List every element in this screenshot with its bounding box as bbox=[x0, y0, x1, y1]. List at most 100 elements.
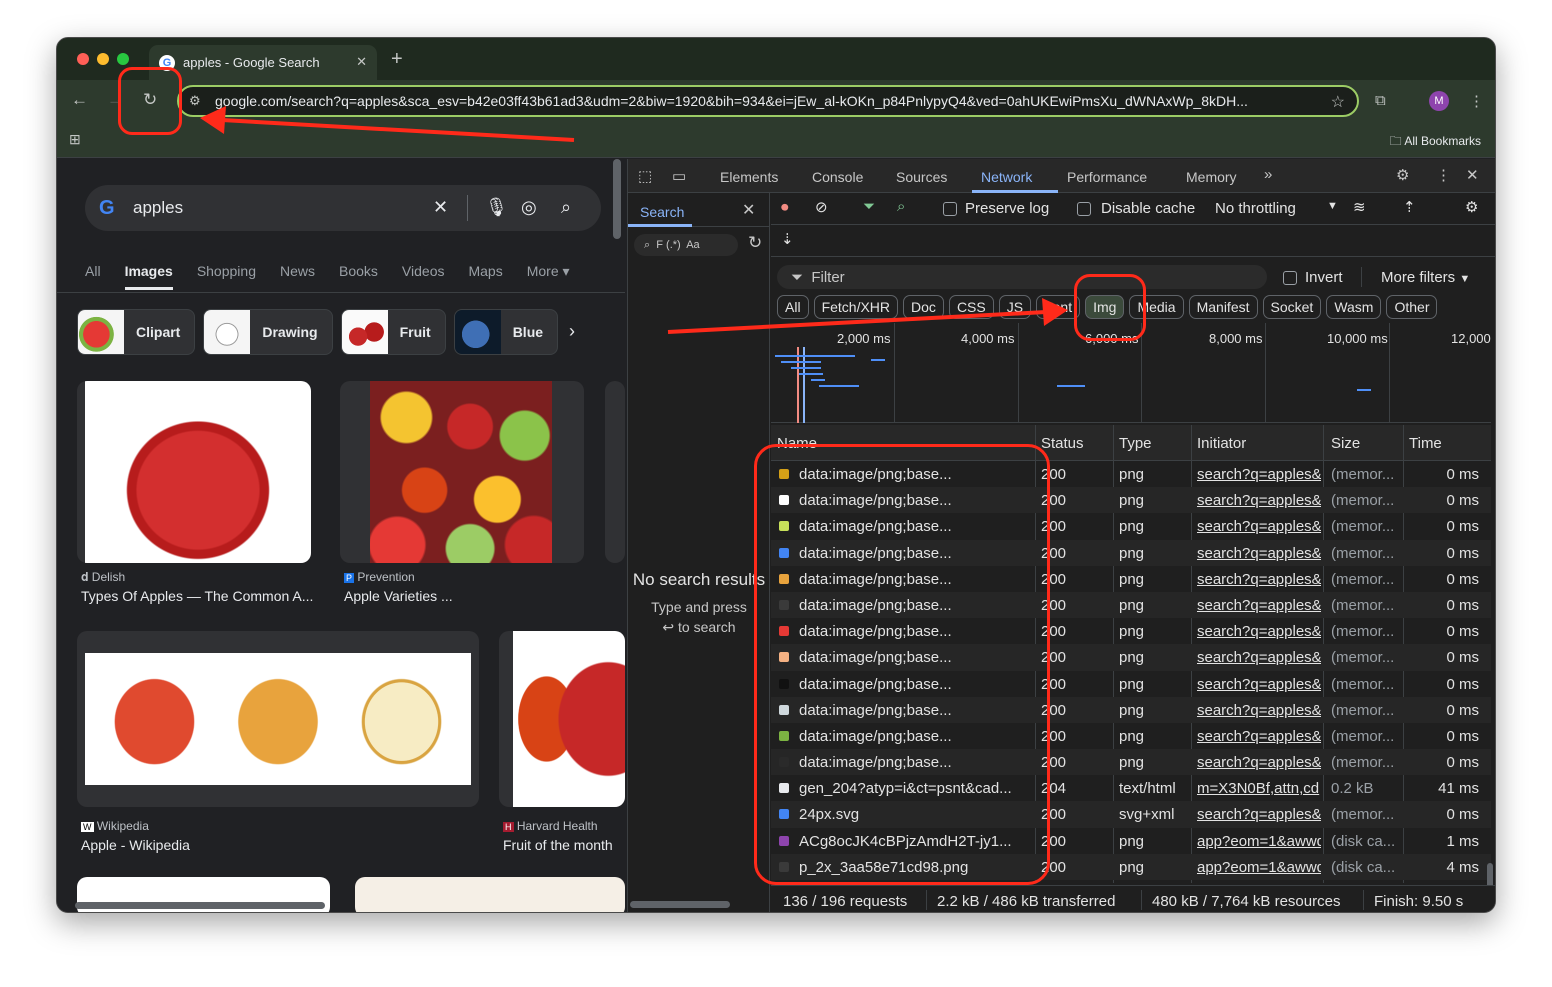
result-title[interactable]: Fruit of the month bbox=[503, 837, 625, 853]
cell-initiator[interactable]: search?q=apples& bbox=[1197, 649, 1321, 666]
type-filter-wasm[interactable]: Wasm bbox=[1326, 295, 1382, 319]
result-title[interactable]: Types Of Apples — The Common A... bbox=[81, 588, 317, 604]
tab-news[interactable]: News bbox=[280, 263, 315, 290]
devtools-menu-icon[interactable]: ⋮ bbox=[1436, 166, 1451, 184]
all-bookmarks-button[interactable]: 🗀 All Bookmarks bbox=[1390, 132, 1481, 153]
vertical-scrollbar[interactable] bbox=[613, 159, 621, 239]
tab-network[interactable]: Network bbox=[981, 169, 1032, 185]
cell-initiator[interactable]: app?eom=1&awwd bbox=[1197, 859, 1321, 876]
tab-elements[interactable]: Elements bbox=[720, 169, 778, 185]
type-filter-all[interactable]: All bbox=[777, 295, 809, 319]
tab-shopping[interactable]: Shopping bbox=[197, 263, 256, 290]
result-title[interactable]: Apple Varieties ... bbox=[344, 588, 544, 604]
cell-initiator[interactable]: search?q=apples& bbox=[1197, 545, 1321, 562]
image-result-card[interactable] bbox=[340, 381, 584, 563]
apps-grid-icon[interactable]: ⊞ bbox=[69, 131, 81, 148]
device-toolbar-icon[interactable]: ▭ bbox=[672, 167, 686, 185]
cell-initiator[interactable]: search?q=apples& bbox=[1197, 676, 1321, 693]
network-settings-icon[interactable]: ⚙ bbox=[1465, 198, 1478, 216]
tab-sources[interactable]: Sources bbox=[896, 169, 947, 185]
invert-checkbox[interactable] bbox=[1283, 271, 1297, 285]
refresh-search-icon[interactable]: ↻ bbox=[748, 233, 762, 253]
export-har-icon[interactable]: ⇣ bbox=[781, 230, 794, 248]
type-filter-doc[interactable]: Doc bbox=[903, 295, 944, 319]
result-title[interactable]: Apple - Wikipedia bbox=[81, 837, 381, 853]
tab-memory[interactable]: Memory bbox=[1186, 169, 1237, 185]
back-icon[interactable]: ← bbox=[71, 90, 88, 110]
search-drawer-title[interactable]: Search bbox=[640, 204, 684, 220]
horizontal-scrollbar[interactable] bbox=[75, 902, 325, 909]
lens-icon[interactable]: ◎ bbox=[521, 197, 537, 218]
chip-drawing[interactable]: Drawing bbox=[203, 309, 333, 355]
tab-all[interactable]: All bbox=[85, 263, 101, 290]
clear-log-icon[interactable]: ⊘ bbox=[815, 198, 828, 216]
cell-initiator[interactable]: search?q=apples& bbox=[1197, 597, 1321, 614]
tab-books[interactable]: Books bbox=[339, 263, 378, 290]
disable-cache-checkbox[interactable] bbox=[1077, 202, 1091, 216]
cell-initiator[interactable]: app?eom=1&awwd bbox=[1197, 833, 1321, 850]
image-result-card[interactable] bbox=[77, 381, 311, 563]
close-devtools-icon[interactable]: ✕ bbox=[1466, 166, 1479, 184]
tab-console[interactable]: Console bbox=[812, 169, 863, 185]
site-info-icon[interactable]: ⚙ bbox=[189, 93, 201, 109]
tab-maps[interactable]: Maps bbox=[468, 263, 502, 290]
cell-initiator[interactable]: search?q=apples& bbox=[1197, 623, 1321, 640]
search-drawer-input[interactable]: ⌕ F (.*) Aa bbox=[634, 234, 738, 256]
image-result-card[interactable] bbox=[499, 631, 625, 807]
bookmark-star-icon[interactable]: ☆ bbox=[1331, 92, 1345, 112]
minimize-window-button[interactable] bbox=[97, 53, 109, 65]
column-type[interactable]: Type bbox=[1119, 435, 1152, 452]
more-filters-button[interactable]: More filters ▼ bbox=[1381, 269, 1470, 286]
cell-initiator[interactable]: search?q=apples& bbox=[1197, 571, 1321, 588]
image-result-card[interactable] bbox=[605, 381, 625, 563]
close-window-button[interactable] bbox=[77, 53, 89, 65]
address-bar[interactable]: ⚙ google.com/search?q=apples&sca_esv=b42… bbox=[177, 85, 1359, 117]
preserve-log-checkbox[interactable] bbox=[943, 202, 957, 216]
voice-search-icon[interactable]: 🎙 bbox=[485, 197, 508, 218]
import-har-icon[interactable]: ⇡ bbox=[1403, 198, 1416, 216]
chip-blue[interactable]: Blue bbox=[453, 309, 559, 355]
record-stop-icon[interactable]: ⏺ bbox=[781, 199, 789, 216]
tab-close-icon[interactable]: ✕ bbox=[356, 54, 367, 70]
cell-initiator[interactable]: search?q=apples& bbox=[1197, 728, 1321, 745]
cell-initiator[interactable]: search?q=apples& bbox=[1197, 754, 1321, 771]
google-search-box[interactable]: G apples ✕ 🎙 ◎ ⌕ bbox=[85, 185, 601, 231]
type-filter-other[interactable]: Other bbox=[1386, 295, 1438, 319]
type-filter-css[interactable]: CSS bbox=[948, 295, 994, 319]
cell-initiator[interactable]: search?q=apples& bbox=[1197, 702, 1321, 719]
tab-images[interactable]: Images bbox=[124, 263, 173, 290]
cell-initiator[interactable]: search?q=apples& bbox=[1197, 518, 1321, 535]
column-initiator[interactable]: Initiator bbox=[1197, 435, 1246, 452]
settings-gear-icon[interactable]: ⚙ bbox=[1396, 166, 1409, 184]
tab-videos[interactable]: Videos bbox=[402, 263, 445, 290]
tab-more[interactable]: More ▾ bbox=[527, 263, 570, 290]
cell-initiator[interactable]: m=X3N0Bf,attn,cd bbox=[1197, 780, 1321, 797]
filter-funnel-icon[interactable]: ⏷ bbox=[863, 198, 875, 215]
tab-search-icon[interactable]: ⧉ bbox=[1375, 92, 1386, 109]
cell-initiator[interactable]: search?q=apples& bbox=[1197, 806, 1321, 823]
chevron-right-icon[interactable]: › bbox=[569, 321, 575, 342]
chevron-down-icon[interactable]: ▼ bbox=[1327, 200, 1338, 212]
zoom-window-button[interactable] bbox=[117, 53, 129, 65]
cell-initiator[interactable]: search?q=apples& bbox=[1197, 492, 1321, 509]
type-filter-socket[interactable]: Socket bbox=[1262, 295, 1322, 319]
browser-tab[interactable]: G apples - Google Search ✕ bbox=[149, 45, 377, 80]
search-network-icon[interactable]: ⌕ bbox=[897, 198, 905, 215]
search-icon[interactable]: ⌕ bbox=[561, 197, 571, 218]
drawer-scrollbar[interactable] bbox=[630, 901, 730, 908]
tab-performance[interactable]: Performance bbox=[1067, 169, 1147, 185]
clear-search-icon[interactable]: ✕ bbox=[433, 197, 448, 218]
chip-fruit[interactable]: Fruit bbox=[340, 309, 446, 355]
column-status[interactable]: Status bbox=[1041, 435, 1084, 452]
image-result-card[interactable] bbox=[77, 631, 479, 807]
column-size[interactable]: Size bbox=[1331, 435, 1360, 452]
browser-menu-icon[interactable]: ⋮ bbox=[1469, 92, 1484, 110]
type-filter-js[interactable]: JS bbox=[998, 295, 1032, 319]
network-conditions-icon[interactable]: ≋ bbox=[1353, 198, 1366, 216]
new-tab-button[interactable]: + bbox=[391, 48, 403, 71]
cell-initiator[interactable]: search?q=apples& bbox=[1197, 466, 1321, 483]
profile-avatar[interactable]: M bbox=[1429, 91, 1449, 111]
chip-clipart[interactable]: Clipart bbox=[77, 309, 196, 355]
throttling-select[interactable]: No throttling bbox=[1215, 200, 1296, 217]
filter-input[interactable]: ⏷ Filter bbox=[777, 265, 1267, 289]
